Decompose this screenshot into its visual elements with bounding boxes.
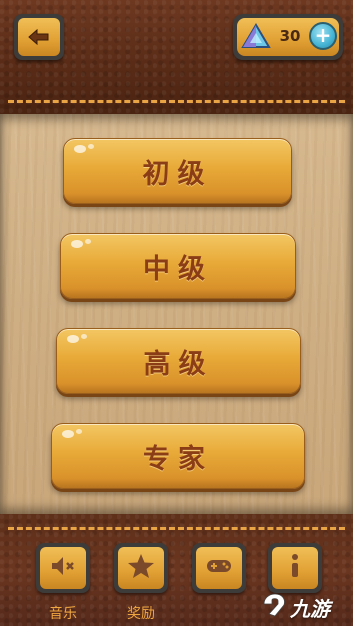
game-controller-icon xyxy=(205,556,233,580)
sound-muted-icon xyxy=(49,554,77,582)
top-stitching xyxy=(8,100,345,103)
music-button[interactable] xyxy=(36,543,90,593)
level-intermediate-button[interactable]: 中级 xyxy=(60,233,296,299)
watermark: 九游 xyxy=(262,592,330,622)
more-games-button[interactable] xyxy=(192,543,246,593)
star-icon xyxy=(127,553,155,583)
info-button[interactable] xyxy=(268,543,322,593)
level-beginner-button[interactable]: 初级 xyxy=(63,138,292,204)
watermark-logo-icon xyxy=(262,592,288,622)
back-arrow-icon xyxy=(28,28,50,46)
level-advanced-label: 高级 xyxy=(143,348,214,380)
level-intermediate-label: 中级 xyxy=(143,253,213,285)
level-expert-button[interactable]: 专家 xyxy=(51,423,305,489)
level-beginner-label: 初级 xyxy=(142,158,213,190)
bottom-stitching xyxy=(8,527,345,530)
music-label: 音乐 xyxy=(49,606,77,622)
info-icon xyxy=(287,553,303,583)
watermark-text: 九游 xyxy=(290,596,330,621)
rewards-label: 奖励 xyxy=(127,606,155,622)
gem-counter: 30 + xyxy=(233,14,343,60)
add-gems-button[interactable]: + xyxy=(309,22,337,50)
rewards-button[interactable] xyxy=(114,543,168,593)
back-button[interactable] xyxy=(14,14,64,60)
gem-count: 30 xyxy=(279,27,301,45)
level-advanced-button[interactable]: 高级 xyxy=(56,328,301,394)
crystal-gem-icon xyxy=(241,23,271,55)
level-expert-label: 专家 xyxy=(143,443,213,475)
